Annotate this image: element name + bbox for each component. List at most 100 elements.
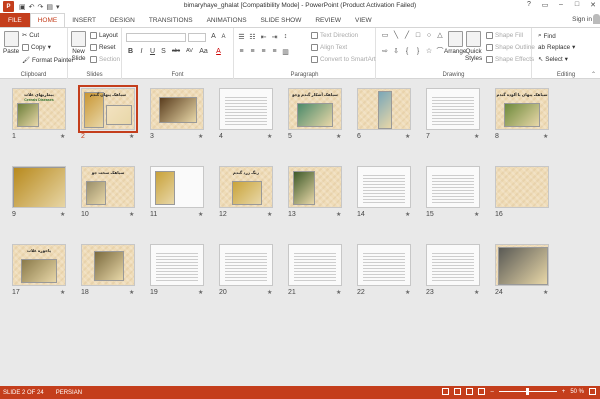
slide-thumbnail[interactable] [426,88,480,130]
character-spacing-button[interactable]: AV [184,48,195,54]
decrease-indent-icon[interactable]: ⇤ [259,33,268,41]
minimize-icon[interactable]: – [556,1,566,9]
reset-button[interactable]: Reset [90,44,115,51]
line-spacing-icon[interactable]: ↕ [281,33,290,40]
zoom-slider[interactable] [498,388,557,395]
change-case-button[interactable]: Aa [198,48,209,55]
slide-thumbnail[interactable] [12,166,66,208]
transition-star-icon[interactable]: ★ [543,289,548,296]
text-direction-button[interactable]: Text Direction [311,32,358,39]
customize-qat-icon[interactable]: ▾ [56,3,60,11]
align-center-icon[interactable]: ≡ [248,48,257,55]
language-indicator[interactable]: PERSIAN [56,390,82,396]
slide-thumbnail[interactable] [81,244,135,286]
tab-slide-show[interactable]: SLIDE SHOW [254,13,309,27]
zoom-in-icon[interactable]: + [562,389,566,395]
transition-star-icon[interactable]: ★ [60,289,65,296]
collapse-ribbon-icon[interactable]: ⌃ [591,71,596,78]
transition-star-icon[interactable]: ★ [336,211,341,218]
star-shape-icon[interactable]: ☆ [424,47,434,62]
slide-thumbnail[interactable]: سیاهک آشکار گندم وجو [288,88,342,130]
normal-view-icon[interactable] [442,388,450,395]
shape-fill-button[interactable]: Shape Fill [486,32,523,39]
tab-transitions[interactable]: TRANSITIONS [142,13,200,27]
tab-insert[interactable]: INSERT [65,13,103,27]
paste-button[interactable]: Paste [3,31,19,55]
grow-font-icon[interactable]: A [209,33,218,40]
slide-thumbnail[interactable] [150,166,204,208]
arrow-right-shape-icon[interactable]: ⇨ [380,47,390,62]
tab-review[interactable]: REVIEW [308,13,348,27]
tab-view[interactable]: VIEW [348,13,379,27]
transition-star-icon[interactable]: ★ [474,133,479,140]
font-size-input[interactable] [188,33,206,42]
brace-shape-icon[interactable]: { [402,47,412,62]
transition-star-icon[interactable]: ★ [129,211,134,218]
slide-thumbnail[interactable]: بیماریهای غلات Cereals Diseases [12,88,66,130]
oval-shape-icon[interactable]: ○ [424,31,434,46]
line-shape-icon-2[interactable]: ╱ [402,31,412,46]
slide-thumbnail[interactable] [357,244,411,286]
slide-thumbnail[interactable]: سیاهک پنهان گندم [78,85,138,133]
transition-star-icon[interactable]: ★ [60,133,65,140]
transition-star-icon[interactable]: ★ [267,289,272,296]
font-name-input[interactable] [126,33,186,42]
fit-slide-icon[interactable] [589,388,596,395]
new-slide-button[interactable]: New Slide [71,31,86,62]
align-text-button[interactable]: Align Text [311,44,347,51]
close-icon[interactable]: ✕ [588,1,598,9]
slide-thumbnail[interactable]: سیاهک سخت جو [81,166,135,208]
quick-styles-button[interactable]: Quick Styles [465,31,482,62]
bullets-icon[interactable]: ☰ [237,33,246,41]
numbering-icon[interactable]: ☷ [248,33,257,41]
transition-star-icon[interactable]: ★ [198,133,203,140]
tab-animations[interactable]: ANIMATIONS [200,13,254,27]
slide-thumbnail[interactable] [426,166,480,208]
zoom-level[interactable]: 50 % [570,389,584,395]
transition-star-icon[interactable]: ★ [405,133,410,140]
shrink-font-icon[interactable]: A [219,34,228,40]
slide-thumbnail[interactable] [357,166,411,208]
align-right-icon[interactable]: ≡ [259,48,268,55]
slide-thumbnail[interactable] [495,244,549,286]
slide-thumbnail[interactable] [495,166,549,208]
slide-thumbnail[interactable] [150,244,204,286]
align-left-icon[interactable]: ≡ [237,48,246,55]
help-button[interactable]: ? [524,1,534,9]
zoom-slider-thumb[interactable] [526,388,530,395]
copy-button[interactable]: Copy ▾ [22,44,51,51]
slide-thumbnail[interactable]: زنگ زرد گندم [219,166,273,208]
slide-thumbnail[interactable]: پاخوره غلات [12,244,66,286]
layout-button[interactable]: Layout [90,32,118,39]
italic-button[interactable]: I [137,48,146,55]
line-shape-icon[interactable]: ╲ [391,31,401,46]
slide-thumbnail[interactable] [219,88,273,130]
transition-star-icon[interactable]: ★ [405,211,410,218]
shadow-button[interactable]: S [159,48,168,55]
redo-icon[interactable]: ↷ [38,3,44,11]
slide-sorter-view-icon[interactable] [454,388,462,395]
transition-star-icon[interactable]: ★ [129,133,134,140]
transition-star-icon[interactable]: ★ [474,289,479,296]
strikethrough-button[interactable]: abc [170,48,182,54]
slide-thumbnail[interactable] [357,88,411,130]
arrange-button[interactable]: Arrange [444,31,466,55]
slide-thumbnail[interactable] [288,244,342,286]
slideshow-view-icon[interactable] [478,388,486,395]
transition-star-icon[interactable]: ★ [198,289,203,296]
underline-button[interactable]: U [148,48,157,55]
transition-star-icon[interactable]: ★ [129,289,134,296]
save-icon[interactable]: ▣ [19,3,26,11]
tab-home[interactable]: HOME [29,13,66,27]
select-button[interactable]: ↖ Select ▾ [538,56,568,63]
justify-icon[interactable]: ≡ [270,48,279,55]
brace-close-shape-icon[interactable]: } [413,47,423,62]
convert-smartart-button[interactable]: Convert to SmartArt [311,56,376,63]
slide-thumbnail[interactable] [288,166,342,208]
cut-button[interactable]: ✂ Cut [22,32,39,39]
tab-file[interactable]: FILE [0,13,30,27]
transition-star-icon[interactable]: ★ [336,133,341,140]
slide-thumbnail[interactable]: سیاهک پنهان یا آلوده گندم [495,88,549,130]
tab-design[interactable]: DESIGN [103,13,142,27]
transition-star-icon[interactable]: ★ [405,289,410,296]
